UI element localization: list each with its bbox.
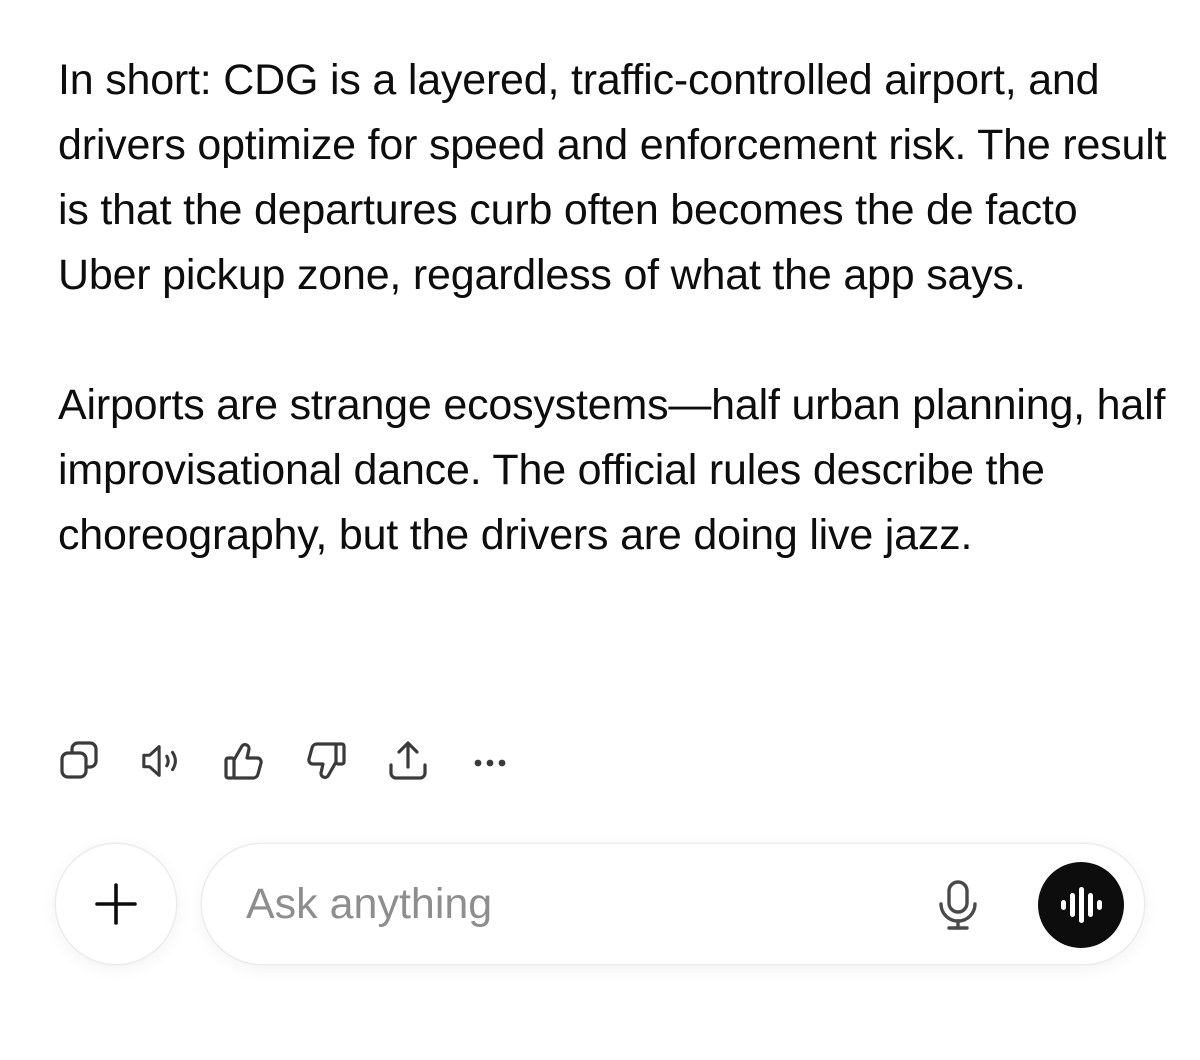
share-button[interactable] [386, 736, 430, 786]
plus-icon [95, 883, 137, 925]
chat-page: In short: CDG is a layered, traffic-cont… [0, 0, 1200, 1060]
thumbs-down-icon [307, 742, 346, 779]
ask-input[interactable] [246, 874, 886, 934]
add-attachment-button[interactable] [56, 844, 176, 964]
thumbs-up-icon [224, 743, 263, 780]
copy-icon [60, 741, 98, 779]
share-icon [389, 741, 427, 780]
more-icon [474, 759, 506, 767]
read-aloud-button[interactable] [140, 736, 184, 786]
microphone-icon [939, 880, 977, 930]
read-aloud-icon [142, 745, 177, 777]
message-actions [58, 736, 550, 786]
message-paragraph: Airports are strange ecosystems—half urb… [58, 381, 1166, 559]
dictate-button[interactable] [932, 878, 984, 934]
message-paragraph: In short: CDG is a layered, traffic-cont… [58, 56, 1167, 299]
assistant-message: In short: CDG is a layered, traffic-cont… [58, 48, 1168, 568]
message-composer [202, 844, 1144, 964]
more-button[interactable] [468, 736, 512, 786]
voice-mode-button[interactable] [1038, 862, 1124, 948]
thumbs-down-button[interactable] [304, 736, 348, 786]
copy-button[interactable] [58, 736, 102, 786]
thumbs-up-button[interactable] [222, 736, 266, 786]
voice-mode-icon [1061, 887, 1102, 923]
